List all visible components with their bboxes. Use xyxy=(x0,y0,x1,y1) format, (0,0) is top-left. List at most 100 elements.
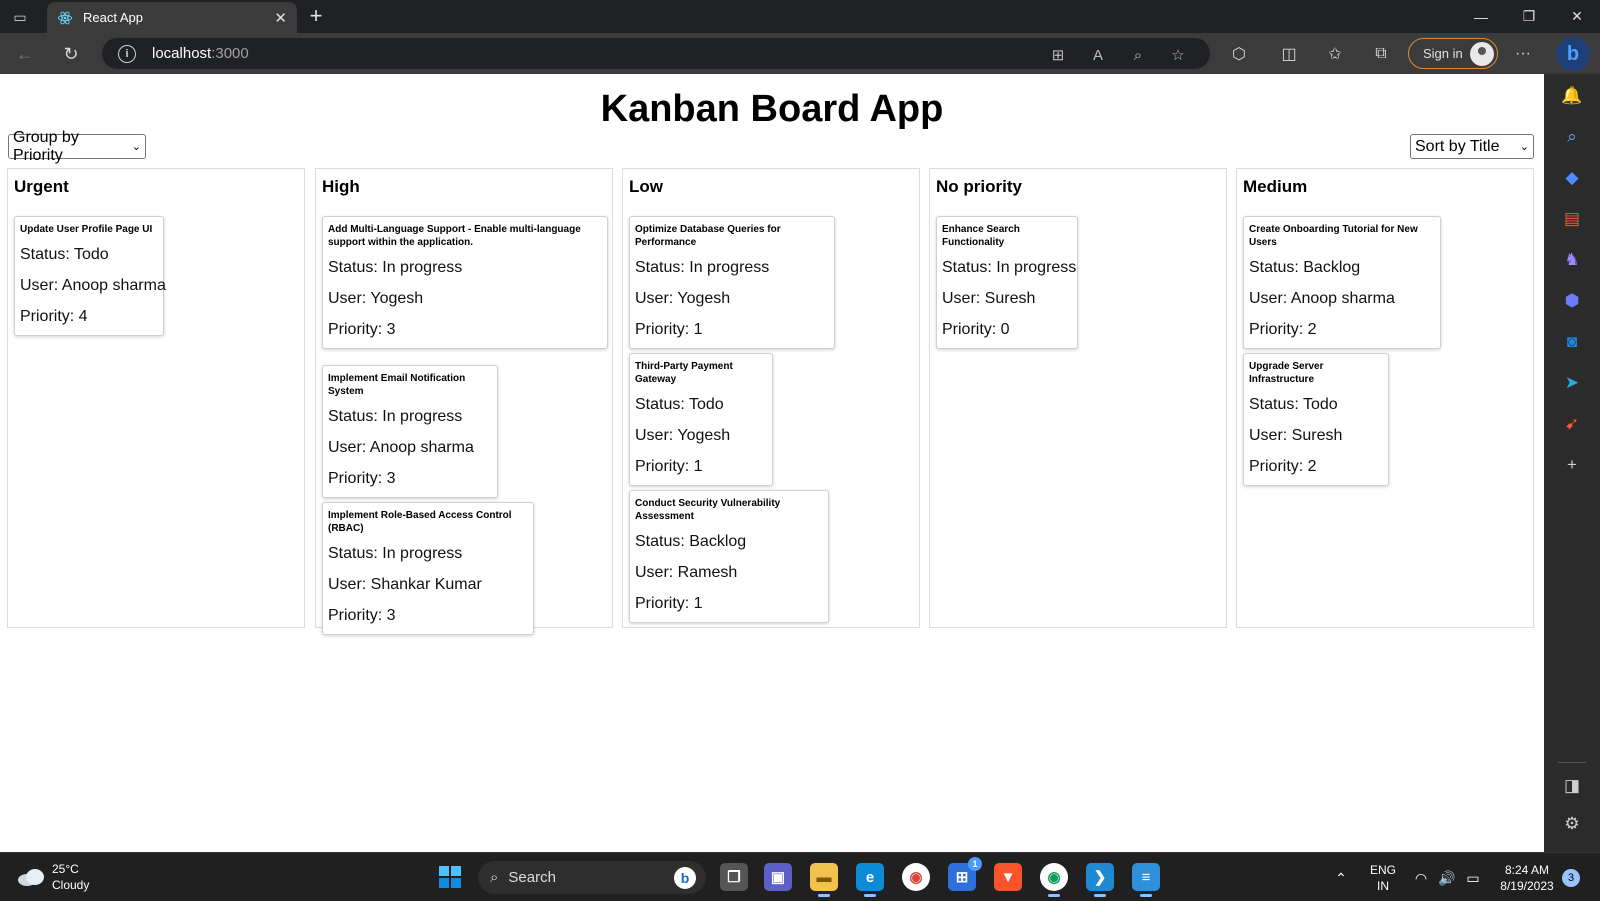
edge-icon[interactable]: e xyxy=(856,863,884,897)
card-priority: Priority: 3 xyxy=(328,470,396,487)
task-card[interactable]: Conduct Security Vulnerability Assessmen… xyxy=(629,490,829,623)
collections-icon[interactable]: ⧉ xyxy=(1368,41,1394,67)
weather-condition: Cloudy xyxy=(52,878,90,892)
card-title: Create Onboarding Tutorial for New Users xyxy=(1249,224,1418,248)
card-status: Status: In progress xyxy=(328,408,463,425)
vscode-icon[interactable]: ❯ xyxy=(1086,863,1114,897)
add-icon[interactable]: + xyxy=(1560,453,1584,477)
telegram-icon[interactable]: ➤ xyxy=(1560,371,1584,395)
weather-temperature: 25°C xyxy=(52,862,79,876)
store-icon[interactable]: ⊞ 1 xyxy=(948,857,982,891)
card-user: User: Yogesh xyxy=(635,427,731,444)
task-card[interactable]: Add Multi-Language Support - Enable mult… xyxy=(322,216,608,349)
task-view-icon[interactable]: ❐ xyxy=(720,863,748,891)
cloud-icon xyxy=(18,869,44,886)
minimize-icon[interactable]: ― xyxy=(1458,0,1504,33)
brave-icon[interactable]: ▼ xyxy=(994,863,1022,891)
copilot-icon[interactable]: ⬢ xyxy=(1560,289,1584,313)
browser-tab[interactable]: React App ✕ xyxy=(47,2,297,33)
card-user: User: Shankar Kumar xyxy=(328,576,482,593)
back-icon[interactable]: ← xyxy=(12,41,38,67)
task-card[interactable]: Upgrade Server Infrastructure Status: To… xyxy=(1243,353,1389,486)
close-window-icon[interactable]: ✕ xyxy=(1554,0,1600,33)
tag-icon[interactable]: ◆ xyxy=(1560,166,1584,190)
task-card[interactable]: Third-Party Payment Gateway Status: Todo… xyxy=(629,353,773,486)
read-aloud-icon[interactable]: A xyxy=(1086,43,1110,67)
taskbar-search[interactable]: ⌕ Search b xyxy=(478,861,706,894)
card-user: User: Anoop sharma xyxy=(1249,290,1395,307)
card-title: Conduct Security Vulnerability Assessmen… xyxy=(635,498,781,522)
react-logo-icon xyxy=(57,11,73,24)
card-title: Implement Email Notification System xyxy=(328,373,466,397)
group-by-select[interactable]: Group by Priority ⌄ xyxy=(8,129,146,164)
split-screen-icon[interactable]: ◫ xyxy=(1276,41,1302,67)
notepad-icon[interactable]: ≡ xyxy=(1132,863,1160,897)
card-user: User: Suresh xyxy=(942,290,1036,307)
tab-close-icon[interactable]: ✕ xyxy=(274,9,287,27)
extensions-icon[interactable]: ⬡ xyxy=(1226,41,1252,67)
task-card[interactable]: Create Onboarding Tutorial for New Users… xyxy=(1243,216,1441,349)
app-available-icon[interactable]: ⊞ xyxy=(1046,43,1070,67)
bing-copilot-icon[interactable]: b xyxy=(1556,37,1590,71)
language-bottom: IN xyxy=(1376,878,1389,893)
briefcase-icon[interactable]: ▤ xyxy=(1560,207,1584,231)
task-card[interactable]: Implement Email Notification System Stat… xyxy=(322,365,498,498)
restore-icon[interactable]: ❐ xyxy=(1506,0,1552,33)
more-options-icon[interactable]: ··· xyxy=(1510,41,1536,67)
browser-tab-strip: ▭ React App ✕ + ― ❐ ✕ xyxy=(0,0,1600,33)
card-status: Status: Todo xyxy=(1249,396,1338,413)
chrome-icon[interactable]: ◉ xyxy=(902,863,930,891)
tray-overflow-icon[interactable]: ⌃ xyxy=(1328,853,1354,901)
task-card[interactable]: Optimize Database Queries for Performanc… xyxy=(629,216,835,349)
sign-in-label: Sign in xyxy=(1423,46,1463,61)
chess-icon[interactable]: ♞ xyxy=(1560,248,1584,272)
column-title: Medium xyxy=(1243,177,1308,196)
card-user: User: Yogesh xyxy=(635,290,731,307)
zoom-icon[interactable]: ⌕ xyxy=(1126,43,1150,67)
task-card[interactable]: Implement Role-Based Access Control (RBA… xyxy=(322,502,534,635)
clock-time: 8:24 AM xyxy=(1504,862,1549,877)
edge-sidebar: 🔔 ⌕ ◆ ▤ ♞ ⬢ ◙ ➤ ➹ + ◨ ⚙ xyxy=(1544,74,1600,852)
windows-start-icon[interactable] xyxy=(436,863,464,891)
sign-in-button[interactable]: Sign in xyxy=(1408,38,1498,69)
wifi-icon[interactable]: ◠ xyxy=(1410,853,1432,901)
chrome-profile-icon[interactable]: ◉ xyxy=(1040,863,1068,897)
search-icon[interactable]: ⌕ xyxy=(1560,125,1584,149)
favorite-star-icon[interactable]: ☆ xyxy=(1166,43,1190,67)
teams-chat-icon[interactable]: ▣ xyxy=(764,863,792,891)
notification-badge[interactable]: 3 xyxy=(1562,869,1580,887)
address-bar[interactable]: i localhost:3000 ⊞ A ⌕ ☆ xyxy=(102,38,1210,69)
tab-actions-icon[interactable]: ▭ xyxy=(10,7,30,27)
file-explorer-icon[interactable]: ▬ xyxy=(810,863,838,897)
outlook-icon[interactable]: ◙ xyxy=(1560,330,1584,354)
language-indicator[interactable]: ENG IN xyxy=(1366,853,1400,901)
task-card[interactable]: Update User Profile Page UI Status: Todo… xyxy=(14,216,166,336)
favorites-icon[interactable]: ✩ xyxy=(1322,41,1348,67)
site-info-icon[interactable]: i xyxy=(118,44,136,63)
split-panel-icon[interactable]: ◨ xyxy=(1560,774,1584,798)
bell-icon[interactable]: 🔔 xyxy=(1560,84,1584,108)
card-title: Upgrade Server Infrastructure xyxy=(1249,361,1324,385)
language-top: ENG xyxy=(1369,862,1396,877)
card-priority: Priority: 1 xyxy=(635,595,703,612)
card-title: Third-Party Payment Gateway xyxy=(635,361,733,385)
refresh-icon[interactable]: ↻ xyxy=(58,41,84,67)
volume-icon[interactable]: 🔊 xyxy=(1436,853,1458,901)
card-title: Implement Role-Based Access Control (RBA… xyxy=(328,510,512,534)
task-card[interactable]: Enhance Search Functionality Status: In … xyxy=(936,216,1078,349)
sort-by-select[interactable]: Sort by Title ⌄ xyxy=(1410,134,1534,159)
settings-icon[interactable]: ⚙ xyxy=(1560,812,1584,836)
new-tab-icon[interactable]: + xyxy=(304,4,328,28)
send-icon[interactable]: ➹ xyxy=(1560,412,1584,436)
clock[interactable]: 8:24 AM 8/19/2023 xyxy=(1494,853,1560,901)
card-priority: Priority: 3 xyxy=(328,607,396,624)
chevron-down-icon: ⌄ xyxy=(1519,141,1529,153)
card-priority: Priority: 2 xyxy=(1249,321,1317,338)
column-title: High xyxy=(322,177,360,196)
column-no-priority: No priority Enhance Search Functionality… xyxy=(929,168,1227,628)
column-low: Low Optimize Database Queries for Perfor… xyxy=(622,168,920,628)
battery-icon[interactable]: ▭ xyxy=(1462,853,1484,901)
clock-date: 8/19/2023 xyxy=(1500,878,1554,893)
weather-widget[interactable]: 25°C Cloudy xyxy=(16,861,89,893)
card-user: User: Ramesh xyxy=(635,564,738,581)
